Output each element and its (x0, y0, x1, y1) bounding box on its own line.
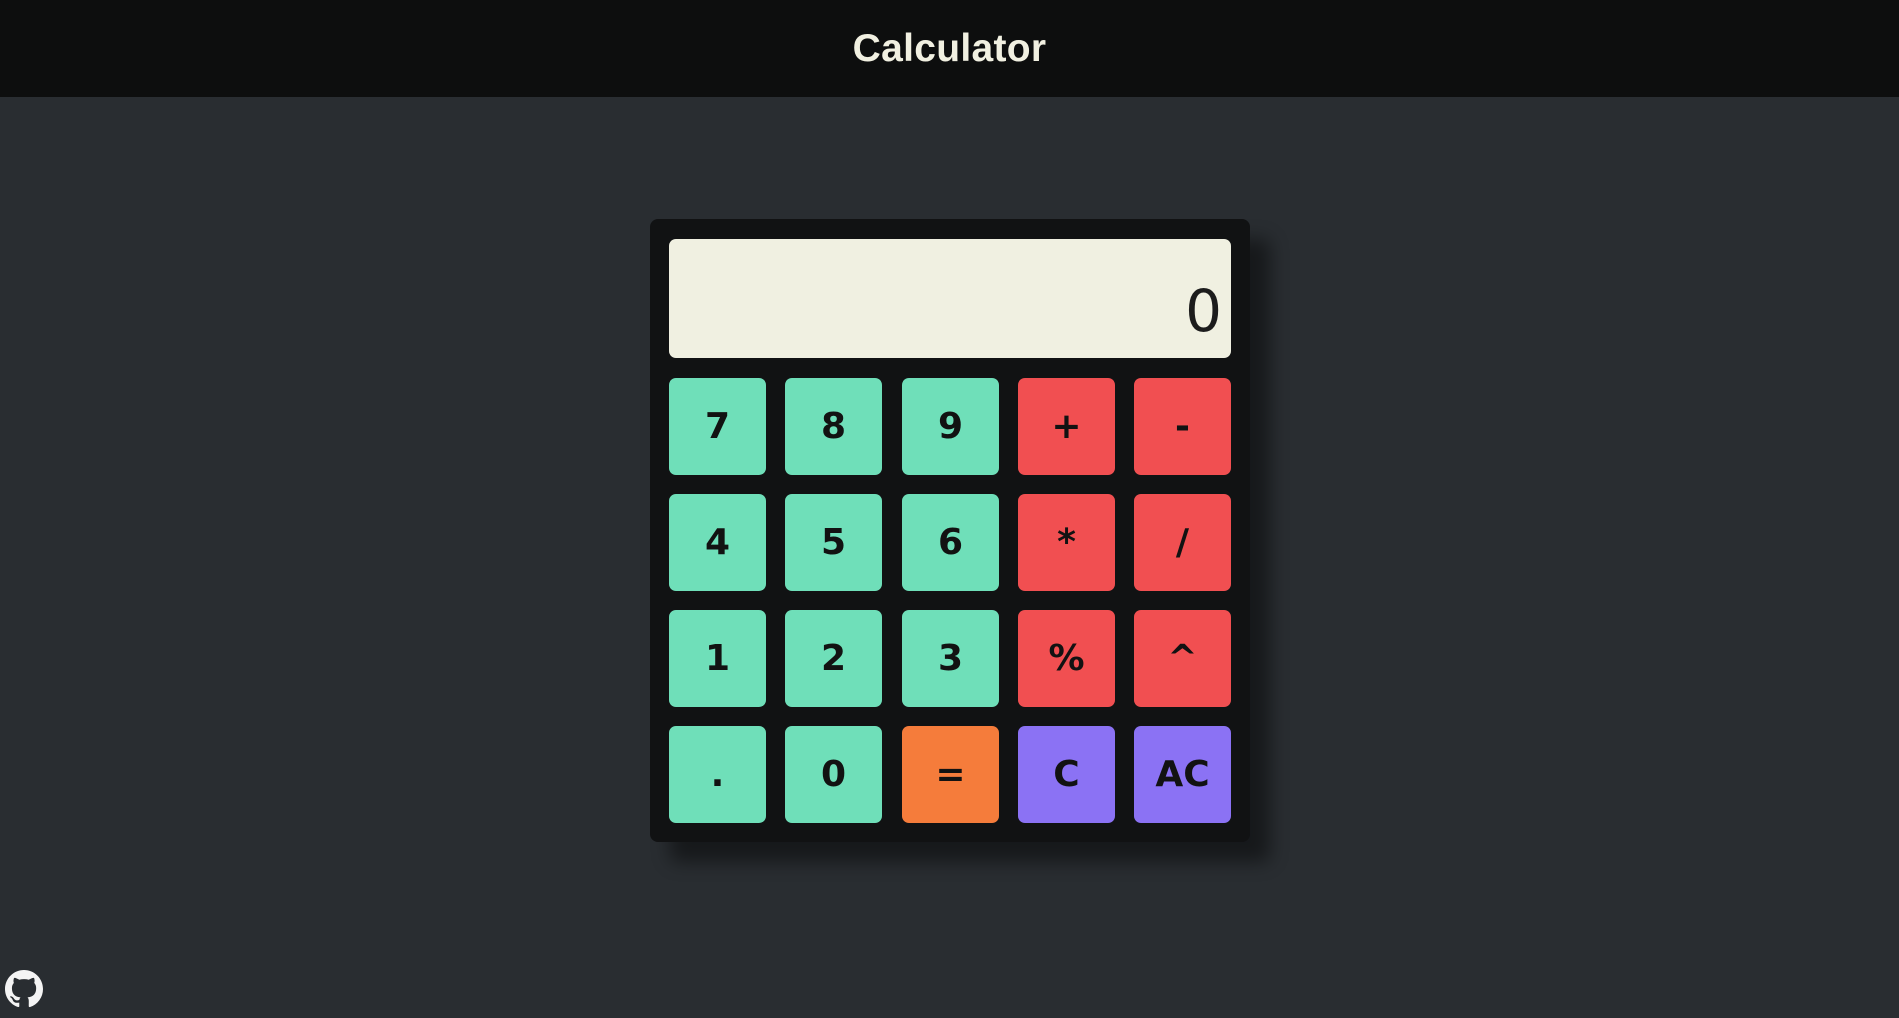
calculator-display: 0 (669, 239, 1231, 358)
add-button[interactable]: + (1018, 378, 1115, 475)
divide-button[interactable]: / (1134, 494, 1231, 591)
key-9-button[interactable]: 9 (902, 378, 999, 475)
key-6-button[interactable]: 6 (902, 494, 999, 591)
page-title: Calculator (852, 26, 1047, 70)
decimal-point-button[interactable]: . (669, 726, 766, 823)
all-clear-button[interactable]: AC (1134, 726, 1231, 823)
power-button[interactable]: ^ (1134, 610, 1231, 707)
key-4-button[interactable]: 4 (669, 494, 766, 591)
key-2-button[interactable]: 2 (785, 610, 882, 707)
multiply-button[interactable]: * (1018, 494, 1115, 591)
key-5-button[interactable]: 5 (785, 494, 882, 591)
calculator: 0 7 8 9 + - 4 5 6 * / 1 2 3 % ^ . 0 = C … (650, 219, 1250, 842)
key-3-button[interactable]: 3 (902, 610, 999, 707)
display-value: 0 (1185, 277, 1222, 345)
clear-button[interactable]: C (1018, 726, 1115, 823)
github-icon[interactable] (5, 970, 43, 1008)
equals-button[interactable]: = (902, 726, 999, 823)
key-7-button[interactable]: 7 (669, 378, 766, 475)
percent-button[interactable]: % (1018, 610, 1115, 707)
subtract-button[interactable]: - (1134, 378, 1231, 475)
key-8-button[interactable]: 8 (785, 378, 882, 475)
key-1-button[interactable]: 1 (669, 610, 766, 707)
header-bar: Calculator (0, 0, 1899, 97)
key-0-button[interactable]: 0 (785, 726, 882, 823)
